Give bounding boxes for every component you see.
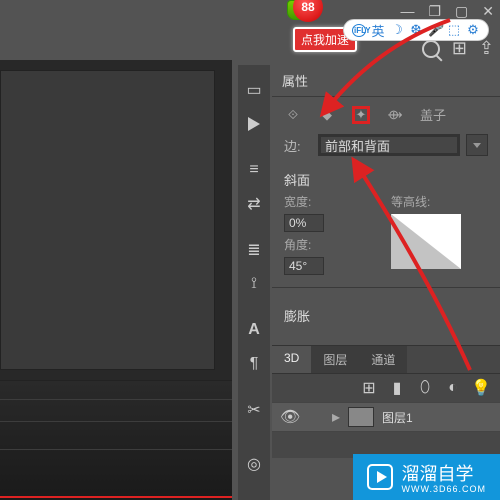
bottom-tabs: 3D 图层 通道: [272, 346, 500, 374]
share-icon[interactable]: ⇪: [479, 38, 494, 59]
tab-3d[interactable]: 3D: [272, 346, 311, 373]
angle-input[interactable]: 45°: [284, 257, 324, 275]
tab-channels[interactable]: 通道: [359, 346, 407, 373]
layer-row[interactable]: 👁 ▸ 图层1: [272, 402, 500, 432]
bevel-right-col: 等高线:: [391, 193, 488, 279]
restore-button[interactable]: ❐: [428, 3, 441, 20]
ime-snow-icon[interactable]: ❆: [409, 22, 423, 38]
swap-icon[interactable]: ⇄: [243, 193, 265, 215]
layer-name[interactable]: 图层1: [382, 409, 413, 426]
grid-line: [0, 421, 232, 422]
panel-toggle-icon[interactable]: ▭: [243, 79, 265, 101]
contour-swatch[interactable]: [391, 214, 461, 269]
contour-label: 等高线:: [391, 193, 441, 210]
cc-icon[interactable]: ◎: [243, 453, 265, 475]
ground-plane: [0, 380, 232, 500]
canvas-area[interactable]: [0, 60, 232, 500]
bottom-panel-group: 3D 图层 通道 ⊞ ▮ ⬯ ◐ 💡 👁 ▸ 图层1: [272, 345, 500, 458]
tab-coords-icon[interactable]: ⟴: [386, 106, 404, 124]
brush-icon[interactable]: ≡: [243, 159, 265, 181]
ime-mic-icon[interactable]: 🎤: [428, 22, 442, 38]
width-label: 宽度:: [284, 193, 318, 210]
viewport-3d[interactable]: [0, 70, 215, 370]
side-field-row: 边: 前部和背面: [272, 130, 500, 160]
vertical-toolbar: ▭ ≡ ⇄ ≣ ⟟ A ¶ ✂ ◎: [238, 65, 270, 500]
search-icon[interactable]: [422, 40, 440, 58]
pilcrow-icon[interactable]: ¶: [243, 353, 265, 375]
filter-mesh-icon[interactable]: ▮: [388, 380, 406, 396]
panel-title: 属性: [272, 65, 500, 97]
maximize-button[interactable]: ▢: [455, 3, 468, 20]
width-input[interactable]: 0%: [284, 214, 324, 232]
inflate-section-header: 膨胀: [272, 296, 500, 329]
bevel-two-col: 宽度: 0% 角度: 45° 等高线:: [272, 193, 500, 279]
side-label: 边:: [284, 136, 312, 155]
ime-box-icon[interactable]: ⬚: [447, 22, 461, 38]
tab-cap-label[interactable]: 盖子: [420, 105, 446, 124]
play-icon[interactable]: [243, 113, 265, 135]
grid-icon[interactable]: ⊞: [452, 38, 467, 59]
tab-deform-icon[interactable]: ✦: [352, 106, 370, 124]
ime-logo-icon: iFLY: [352, 24, 366, 37]
window-controls: — ❐ ▢ ✕: [400, 3, 494, 20]
grid-line: [0, 449, 232, 450]
axis-line: [0, 496, 232, 498]
property-tabs: ⟐ ◆ ✦ ⟴ 盖子: [272, 97, 500, 130]
layer-filter-row: ⊞ ▮ ⬯ ◐ 💡: [272, 374, 500, 402]
visibility-eye-icon[interactable]: 👁: [280, 407, 296, 427]
tab-layers[interactable]: 图层: [311, 346, 359, 373]
angle-label: 角度:: [284, 236, 318, 253]
tab-mesh-icon[interactable]: ⟐: [284, 106, 302, 124]
ime-gear-icon[interactable]: ⚙: [466, 22, 480, 38]
filter-bulb-icon[interactable]: 💡: [472, 380, 490, 396]
chevron-down-icon: [473, 143, 481, 148]
minimize-button[interactable]: —: [400, 3, 414, 20]
separator: [272, 287, 500, 288]
close-button[interactable]: ✕: [482, 3, 494, 20]
side-combo[interactable]: 前部和背面: [318, 134, 460, 156]
header-tools: ⊞ ⇪: [422, 38, 494, 59]
layer-thumbnail[interactable]: [348, 407, 374, 427]
watermark-brand: 溜溜自学: [401, 464, 473, 484]
ime-moon-icon[interactable]: ☽: [390, 22, 404, 38]
bevel-section-header: 斜面: [272, 160, 500, 193]
text-a-icon[interactable]: A: [243, 319, 265, 341]
filter-all-icon[interactable]: ⊞: [360, 380, 378, 396]
side-value: 前部和背面: [325, 136, 390, 155]
scissors-icon[interactable]: ✂: [243, 399, 265, 421]
side-combo-chevron[interactable]: [466, 134, 488, 156]
watermark-url: WWW.3D66.COM: [401, 484, 486, 494]
paragraph-icon[interactable]: ≣: [243, 239, 265, 261]
watermark: 溜溜自学 WWW.3D66.COM: [353, 454, 500, 500]
title-bar: 88 点我加速 iFLY 英 ☽ ❆ 🎤 ⬚ ⚙ — ❐ ▢ ✕ ⊞ ⇪: [0, 0, 500, 35]
ime-lang[interactable]: 英: [371, 21, 385, 40]
layer-expand-chevron-icon[interactable]: ▸: [332, 407, 340, 427]
pin-icon[interactable]: ⟟: [243, 273, 265, 295]
tab-material-icon[interactable]: ◆: [318, 106, 336, 124]
grid-line: [0, 399, 232, 400]
bevel-left-col: 宽度: 0% 角度: 45°: [284, 193, 381, 279]
filter-light-icon[interactable]: ◐: [444, 380, 462, 396]
watermark-logo-icon: [367, 464, 393, 490]
filter-material-icon[interactable]: ⬯: [416, 380, 434, 396]
